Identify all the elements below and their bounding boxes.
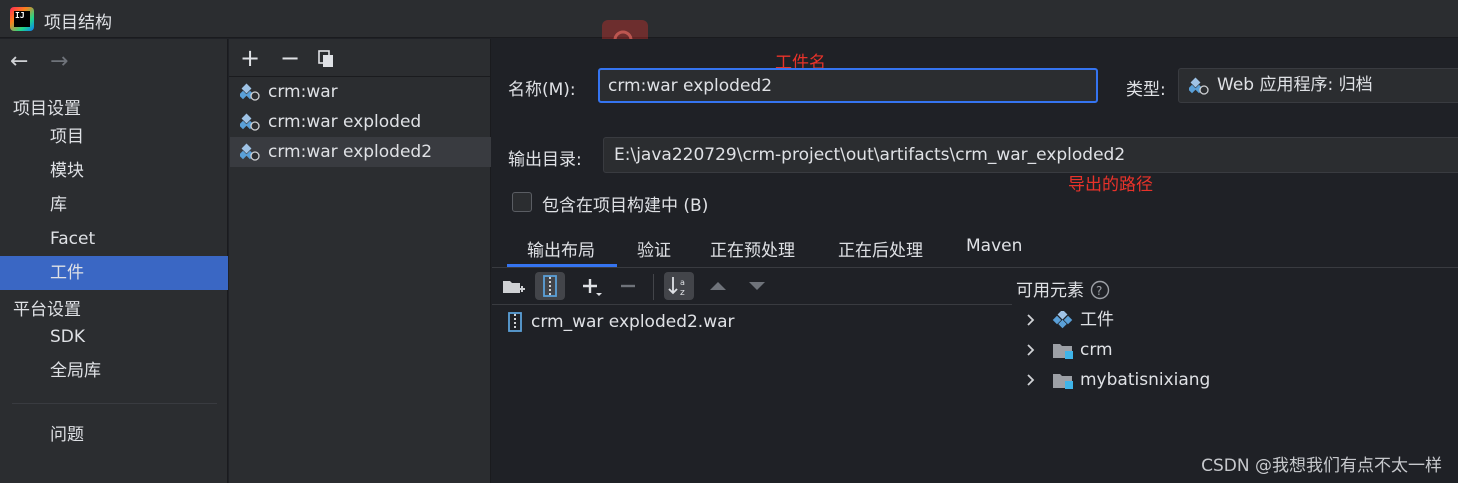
create-directory-icon[interactable] bbox=[499, 272, 529, 300]
available-item-label: mybatisnixiang bbox=[1080, 370, 1211, 390]
tab-validation[interactable]: 验证 bbox=[637, 236, 671, 261]
artifact-label: crm:war exploded2 bbox=[268, 142, 433, 162]
layout-root-label: crm_war exploded2.war bbox=[531, 312, 735, 332]
tab-post-processing[interactable]: 正在后处理 bbox=[838, 236, 923, 261]
artifact-label: crm:war bbox=[268, 82, 338, 102]
archive-icon bbox=[508, 312, 522, 332]
sidebar-item-modules[interactable]: 模块 bbox=[0, 154, 228, 188]
svg-text:z: z bbox=[680, 288, 685, 298]
available-tree-item[interactable]: 工件 bbox=[1024, 307, 1114, 333]
artifact-item[interactable]: crm:war exploded2 bbox=[230, 137, 491, 167]
available-tree-item[interactable]: mybatisnixiang bbox=[1024, 367, 1210, 393]
move-up-icon[interactable] bbox=[703, 272, 733, 300]
type-label: 类型: bbox=[1126, 80, 1166, 100]
export-path-annotation: 导出的路径 bbox=[1068, 175, 1153, 195]
platform-settings-header: 平台设置 bbox=[13, 300, 81, 320]
artifact-item[interactable]: crm:war exploded bbox=[230, 107, 491, 137]
svg-text:a: a bbox=[680, 278, 685, 287]
artifact-type-value: Web 应用程序: 归档 bbox=[1217, 75, 1373, 95]
available-item-label: 工件 bbox=[1080, 310, 1114, 330]
artifact-label: crm:war exploded bbox=[268, 112, 422, 132]
artifact-type-select[interactable]: Web 应用程序: 归档 bbox=[1178, 68, 1458, 103]
copy-icon[interactable] bbox=[318, 48, 334, 72]
module-folder-icon bbox=[1053, 374, 1073, 389]
available-tree-item[interactable]: crm bbox=[1024, 337, 1113, 363]
add-copy-of-icon[interactable] bbox=[577, 272, 607, 300]
available-elements-title: 可用元素 ? bbox=[1016, 276, 1110, 301]
forward-arrow-icon[interactable]: → bbox=[50, 50, 68, 74]
title-bar bbox=[0, 0, 1458, 38]
include-in-build-checkbox[interactable] bbox=[512, 192, 532, 212]
chevron-right-icon[interactable] bbox=[1024, 367, 1038, 401]
include-in-build-label[interactable]: 包含在项目构建中 (B) bbox=[542, 191, 708, 216]
sidebar-item-sdks[interactable]: SDK bbox=[0, 320, 228, 354]
create-archive-icon[interactable] bbox=[535, 272, 565, 300]
module-folder-icon bbox=[1053, 344, 1073, 359]
output-directory-label: 输出目录: bbox=[508, 150, 582, 170]
sidebar-item-facets[interactable]: Facet bbox=[0, 222, 228, 256]
sidebar-item-libraries[interactable]: 库 bbox=[0, 188, 228, 222]
artifact-list-toolbar bbox=[229, 39, 491, 77]
sidebar-item-project[interactable]: 项目 bbox=[0, 120, 228, 154]
output-directory-field[interactable]: E:\java220729\crm-project\out\artifacts\… bbox=[603, 137, 1458, 173]
chevron-right-icon[interactable] bbox=[1024, 337, 1038, 371]
war-artifact-icon bbox=[240, 83, 260, 101]
available-item-label: crm bbox=[1080, 340, 1113, 360]
remove-icon[interactable]: − bbox=[280, 46, 300, 70]
toolbar-separator bbox=[653, 274, 654, 300]
artifact-icon bbox=[1052, 311, 1073, 329]
add-icon[interactable]: + bbox=[240, 46, 260, 70]
sidebar-item-artifacts[interactable]: 工件 bbox=[0, 256, 228, 290]
intellij-app-icon: IJ bbox=[10, 7, 34, 31]
sidebar-item-global-libraries[interactable]: 全局库 bbox=[0, 354, 228, 388]
war-artifact-icon bbox=[1189, 77, 1209, 95]
csdn-watermark: CSDN @我想我们有点不太一样 bbox=[1201, 456, 1442, 476]
name-label: 名称(M): bbox=[508, 80, 576, 100]
project-settings-header: 项目设置 bbox=[13, 99, 81, 119]
sort-elements-icon[interactable]: az bbox=[664, 272, 694, 300]
help-icon[interactable]: ? bbox=[1090, 280, 1110, 300]
move-down-icon[interactable] bbox=[742, 272, 772, 300]
sidebar-divider bbox=[12, 403, 217, 404]
svg-text:?: ? bbox=[1096, 284, 1102, 298]
war-artifact-icon bbox=[240, 113, 260, 131]
back-arrow-icon[interactable]: ← bbox=[10, 50, 28, 74]
tab-output-layout[interactable]: 输出布局 bbox=[527, 236, 595, 261]
war-artifact-icon bbox=[240, 143, 260, 161]
artifact-item[interactable]: crm:war bbox=[230, 77, 491, 107]
chevron-right-icon[interactable] bbox=[1024, 307, 1038, 341]
tab-pre-processing[interactable]: 正在预处理 bbox=[710, 236, 795, 261]
available-elements-label: 可用元素 bbox=[1016, 281, 1084, 301]
tab-maven[interactable]: Maven bbox=[966, 236, 1022, 256]
layout-toolbar-divider bbox=[492, 304, 1012, 305]
layout-root-item[interactable]: crm_war exploded2.war bbox=[507, 310, 735, 334]
window-title: 项目结构 bbox=[44, 13, 112, 33]
artifact-name-input[interactable] bbox=[598, 68, 1098, 103]
sidebar-item-problems[interactable]: 问题 bbox=[0, 418, 228, 452]
remove-element-icon[interactable] bbox=[613, 272, 643, 300]
output-layout-panel bbox=[492, 268, 1012, 483]
